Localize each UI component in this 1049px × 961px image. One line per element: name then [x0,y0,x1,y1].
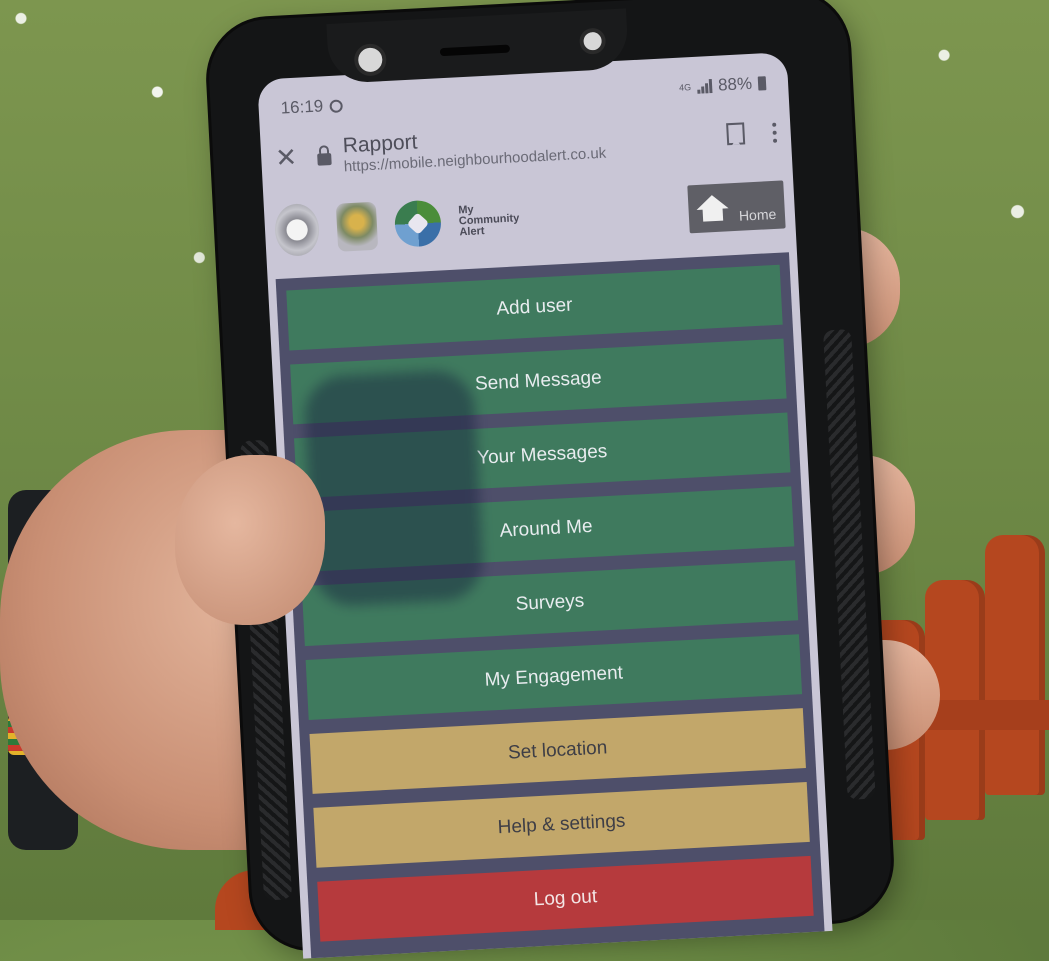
battery-icon [757,76,767,91]
phone: 16:19 4G 88% ✕ Rapport https://mobile.ne… [206,0,894,959]
url-area[interactable]: Rapport https://mobile.neighbourhoodaler… [342,114,728,175]
community-alert-logo-text: My Community Alert [457,203,520,238]
earpiece-speaker [439,44,511,57]
home-button[interactable]: Home [687,180,786,234]
home-label: Home [738,205,777,224]
add-user-button[interactable]: Add user [286,264,783,351]
set-location-button[interactable]: Set location [309,708,806,794]
send-message-button[interactable]: Send Message [290,338,787,425]
close-icon[interactable]: ✕ [274,141,312,174]
fence-post [985,535,1045,795]
surveys-button[interactable]: Surveys [301,560,799,647]
home-icon [695,194,729,210]
your-messages-button[interactable]: Your Messages [293,412,791,499]
lock-icon [317,153,332,166]
phone-screen: 16:19 4G 88% ✕ Rapport https://mobile.ne… [257,52,833,959]
help-settings-button[interactable]: Help & settings [313,781,810,868]
network-type: 4G [678,82,692,93]
thumb [175,455,325,625]
bookmark-icon[interactable] [726,122,746,146]
police-badge-logo [335,201,379,252]
signal-bars-icon [697,79,713,94]
main-menu: Add user Send Message Your Messages Arou… [275,252,826,959]
sensor [578,27,607,55]
my-engagement-button[interactable]: My Engagement [305,634,803,720]
circle-icon [328,98,343,113]
battery-level: 88% [717,73,753,95]
clock: 16:19 [280,96,324,118]
around-me-button[interactable]: Around Me [297,486,795,573]
police-crest-logo [273,202,321,258]
community-alert-logo-icon [393,199,443,248]
log-out-button[interactable]: Log out [317,855,814,942]
front-camera [353,43,388,77]
more-vert-icon[interactable] [772,121,778,143]
